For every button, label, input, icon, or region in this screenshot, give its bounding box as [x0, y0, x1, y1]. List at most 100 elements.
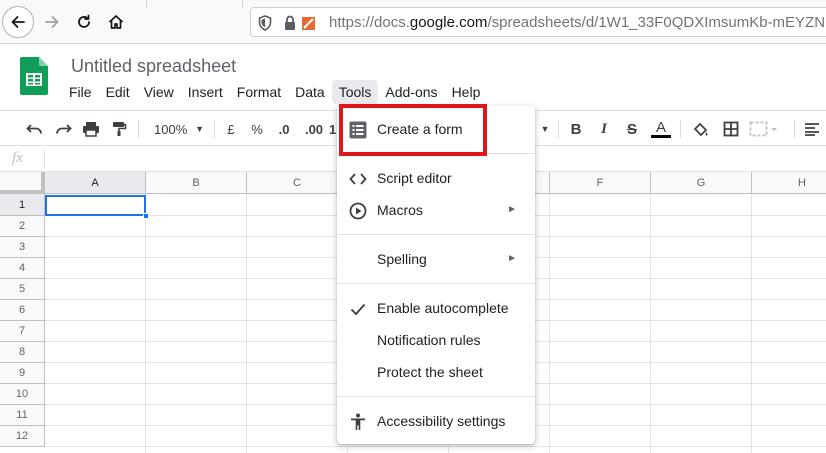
menu-insert[interactable]: Insert	[181, 80, 230, 104]
menu-item-macros[interactable]: Macros ►	[337, 195, 535, 225]
column-header[interactable]: A	[45, 172, 146, 194]
row-header[interactable]: 7	[0, 321, 45, 342]
chevron-down-icon: ▼	[195, 124, 204, 134]
forward-arrow-icon	[45, 16, 59, 28]
column-header[interactable]: F	[550, 172, 651, 194]
italic-button[interactable]: I	[594, 118, 614, 140]
redo-button[interactable]	[52, 118, 74, 140]
merge-cells-button[interactable]	[748, 118, 778, 140]
row-header[interactable]: 10	[0, 384, 45, 405]
highlight-box	[339, 104, 487, 156]
permissions-icon	[302, 17, 315, 30]
reload-icon	[78, 14, 90, 28]
tab-divider	[242, 0, 243, 8]
increase-decimal-label: .00	[304, 121, 324, 137]
row-header[interactable]: 6	[0, 300, 45, 321]
decrease-decimal-button[interactable]: .0	[274, 118, 294, 140]
row-header[interactable]: 5	[0, 279, 45, 300]
row-header[interactable]: 11	[0, 405, 45, 426]
menu-separator	[337, 234, 535, 235]
menu-format[interactable]: Format	[230, 80, 288, 104]
shield-icon	[258, 15, 272, 31]
document-title[interactable]: Untitled spreadsheet	[71, 56, 236, 77]
back-arrow-icon	[11, 16, 25, 28]
accessibility-icon	[349, 413, 367, 431]
more-formats-button[interactable]: 1	[329, 118, 337, 140]
submenu-arrow-icon: ►	[507, 204, 517, 215]
menu-help[interactable]: Help	[445, 80, 488, 104]
submenu-arrow-icon: ►	[507, 253, 517, 264]
forward-button[interactable]	[36, 6, 68, 38]
grid-line	[751, 194, 752, 453]
bold-button[interactable]: B	[566, 118, 586, 140]
home-button[interactable]	[100, 6, 132, 38]
increase-decimal-button[interactable]: .00	[302, 118, 326, 140]
decrease-decimal-label: .0	[278, 121, 290, 137]
function-icon: fx	[12, 150, 23, 166]
row-header[interactable]: 3	[0, 237, 45, 258]
screen: https://docs.google.com/spreadsheets/d/1…	[0, 0, 826, 453]
column-header[interactable]: C	[247, 172, 348, 194]
row-header[interactable]: 9	[0, 363, 45, 384]
menu-item-accessibility-settings[interactable]: Accessibility settings	[337, 406, 535, 436]
borders-button[interactable]	[720, 118, 742, 140]
text-color-icon: A	[655, 118, 666, 136]
menu-data[interactable]: Data	[288, 80, 332, 104]
menu-item-label: Script editor	[377, 170, 452, 186]
menu-item-script-editor[interactable]: Script editor	[337, 163, 535, 193]
bold-icon: B	[570, 120, 582, 138]
column-header[interactable]: B	[146, 172, 247, 194]
menu-item-label: Macros	[377, 202, 423, 218]
menu-add-ons[interactable]: Add-ons	[378, 80, 444, 104]
print-button[interactable]	[80, 118, 102, 140]
menu-item-enable-autocomplete[interactable]: Enable autocomplete	[337, 293, 535, 323]
home-icon	[108, 15, 124, 29]
column-header[interactable]: G	[651, 172, 752, 194]
font-size-chevron-icon[interactable]: ▼	[540, 118, 550, 140]
zoom-select[interactable]: 100% ▼	[148, 118, 210, 140]
currency-format-button[interactable]: £	[222, 118, 240, 140]
sheets-logo-icon[interactable]	[20, 57, 48, 95]
align-left-icon	[805, 123, 819, 136]
menu-edit[interactable]: Edit	[99, 80, 137, 104]
fill-handle[interactable]	[143, 213, 149, 219]
align-button[interactable]	[802, 118, 822, 140]
percent-format-button[interactable]: %	[248, 118, 266, 140]
paint-format-button[interactable]	[108, 118, 130, 140]
menu-tools[interactable]: Tools	[331, 80, 379, 104]
grid-line	[145, 194, 146, 453]
menu-item-label: Notification rules	[377, 332, 481, 348]
grid-line	[650, 194, 651, 453]
formula-divider	[44, 150, 45, 168]
back-button[interactable]	[2, 6, 34, 38]
lock-icon	[285, 15, 295, 30]
menu-separator	[337, 396, 535, 397]
url-text[interactable]: https://docs.google.com/spreadsheets/d/1…	[329, 14, 826, 31]
menu-file[interactable]: File	[62, 80, 99, 104]
select-all-corner[interactable]	[0, 172, 45, 194]
row-header[interactable]: 2	[0, 216, 45, 237]
row-header[interactable]: 4	[0, 258, 45, 279]
play-circle-icon	[349, 202, 367, 220]
menu-bar: File Edit View Insert Format Data Tools …	[62, 80, 487, 104]
text-color-button[interactable]: A	[650, 118, 672, 140]
column-header[interactable]: H	[752, 172, 826, 194]
row-header[interactable]: 12	[0, 426, 45, 447]
menu-item-spelling[interactable]: Spelling ►	[337, 244, 535, 274]
row-header[interactable]: 8	[0, 342, 45, 363]
code-icon	[349, 170, 367, 188]
reload-button[interactable]	[68, 6, 100, 38]
row-header[interactable]: 1	[0, 194, 45, 216]
strikethrough-button[interactable]: S	[622, 118, 642, 140]
address-bar[interactable]: https://docs.google.com/spreadsheets/d/1…	[250, 7, 826, 37]
undo-button[interactable]	[24, 118, 46, 140]
active-cell-a1[interactable]	[45, 195, 146, 216]
strikethrough-icon: S	[626, 120, 637, 138]
menu-view[interactable]: View	[137, 80, 181, 104]
menu-item-label: Spelling	[377, 251, 427, 267]
paint-bucket-icon	[693, 122, 708, 137]
grid-line	[45, 446, 826, 447]
menu-item-protect-sheet[interactable]: Protect the sheet	[337, 357, 535, 387]
menu-item-notification-rules[interactable]: Notification rules	[337, 325, 535, 355]
fill-color-button[interactable]	[690, 118, 712, 140]
